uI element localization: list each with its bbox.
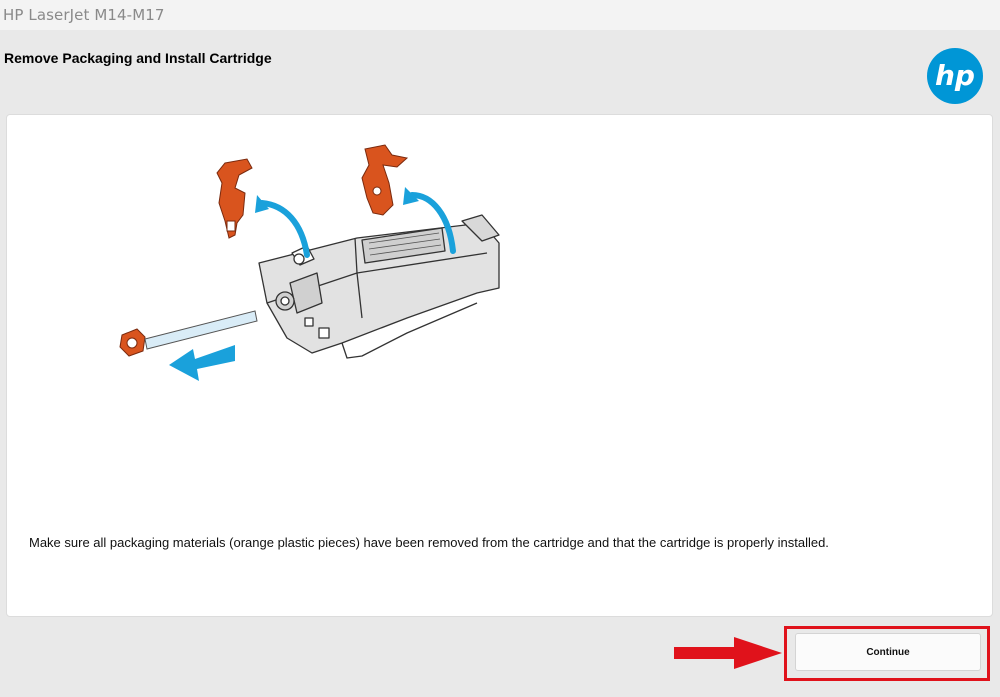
page-title: Remove Packaging and Install Cartridge (4, 50, 272, 66)
orange-packaging-clip-left (216, 158, 253, 239)
seal-strip (144, 310, 258, 350)
annotation-arrow-icon (674, 637, 782, 669)
orange-packaging-tab-bottom (119, 328, 146, 357)
hp-logo-icon: hp (927, 48, 983, 104)
title-bar: HP LaserJet M14-M17 (0, 0, 1000, 30)
instruction-text: Make sure all packaging materials (orang… (29, 535, 829, 550)
pull-direction-arrow-icon (169, 345, 235, 381)
toner-cartridge-image (258, 214, 500, 359)
page-header: Remove Packaging and Install Cartridge h… (0, 30, 1000, 110)
orange-packaging-clip-right (361, 144, 409, 216)
continue-button[interactable]: Continue (795, 633, 981, 671)
hp-logo-text: hp (935, 59, 975, 92)
window-title: HP LaserJet M14-M17 (3, 6, 165, 24)
cartridge-illustration (119, 144, 500, 381)
content-panel: Make sure all packaging materials (orang… (6, 114, 993, 617)
